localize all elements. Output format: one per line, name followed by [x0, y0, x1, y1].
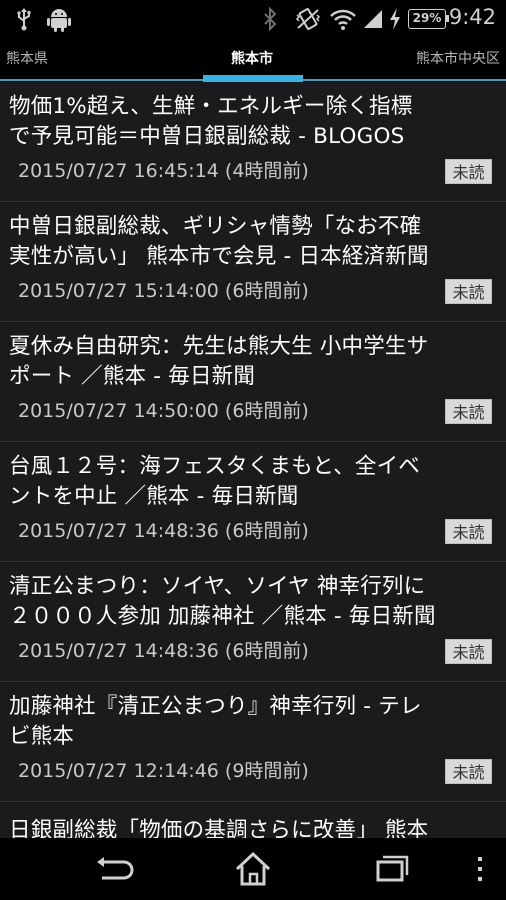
unread-badge: 未読 — [445, 639, 492, 664]
unread-badge: 未読 — [445, 279, 492, 304]
news-date: 2015/07/27 16:45:14 (4時間前) — [18, 160, 309, 182]
news-item[interactable]: 物価1%超え、生鮮・エネルギー除く指標 で予見可能＝中曽日銀副総裁 - BLOG… — [0, 82, 506, 202]
status-bar: 29% 9:42 — [0, 0, 506, 38]
home-button[interactable] — [223, 848, 283, 890]
clock: 9:42 — [448, 5, 496, 29]
unread-badge: 未読 — [445, 399, 492, 424]
news-title: 台風１２号：海フェスタくまもと、全イベ ントを中止 ／熊本 - 毎日新聞 — [9, 454, 421, 509]
news-date: 2015/07/27 12:14:46 (9時間前) — [18, 760, 309, 782]
usb-icon — [16, 6, 32, 32]
news-title: 夏休み自由研究：先生は熊大生 小中学生サ ポート ／熊本 - 毎日新聞 — [9, 334, 429, 389]
news-title: 加藤神社『清正公まつり』神幸行列 - テレ ビ熊本 — [9, 694, 422, 749]
news-date: 2015/07/27 14:48:36 (6時間前) — [18, 520, 309, 542]
news-item[interactable]: 台風１２号：海フェスタくまもと、全イベ ントを中止 ／熊本 - 毎日新聞 201… — [0, 442, 506, 562]
news-item[interactable]: 清正公まつり：ソイヤ、ソイヤ 神幸行列に ２０００人参加 加藤神社 ／熊本 - … — [0, 562, 506, 682]
tab-kumamoto-chuo[interactable]: 熊本市中央区 — [416, 48, 500, 68]
screen: 29% 9:42 熊本県 熊本市 熊本市中央区 物価1%超え、生鮮・エネルギー除… — [0, 0, 506, 900]
back-icon — [97, 857, 134, 880]
recents-button[interactable] — [362, 848, 422, 890]
unread-badge: 未読 — [445, 759, 492, 784]
navigation-bar — [0, 838, 506, 900]
tab-kumamoto-city[interactable]: 熊本市 — [231, 48, 273, 68]
overflow-menu-icon — [478, 857, 482, 881]
news-title: 物価1%超え、生鮮・エネルギー除く指標 で予見可能＝中曽日銀副総裁 - BLOG… — [9, 94, 413, 149]
tab-kumamoto-pref[interactable]: 熊本県 — [6, 48, 48, 68]
battery-indicator: 29% — [408, 9, 449, 29]
tab-indicator — [203, 75, 303, 82]
news-item[interactable]: 夏休み自由研究：先生は熊大生 小中学生サ ポート ／熊本 - 毎日新聞 2015… — [0, 322, 506, 442]
news-item[interactable]: 中曽日銀副総裁、ギリシャ情勢「なお不確 実性が高い」 熊本市で会見 - 日本経済… — [0, 202, 506, 322]
news-title: 清正公まつり：ソイヤ、ソイヤ 神幸行列に ２０００人参加 加藤神社 ／熊本 - … — [9, 574, 436, 629]
bluetooth-icon — [262, 6, 278, 32]
unread-badge: 未読 — [445, 519, 492, 544]
signal-icon — [362, 6, 384, 32]
home-icon — [235, 851, 271, 886]
news-item[interactable]: 加藤神社『清正公まつり』神幸行列 - テレ ビ熊本 2015/07/27 12:… — [0, 682, 506, 802]
tab-strip: 熊本県 熊本市 熊本市中央区 — [0, 38, 506, 82]
news-item[interactable]: 日銀副総裁「物価の基調さらに改善」 熊本 — [0, 802, 506, 842]
android-icon — [46, 6, 72, 32]
back-button[interactable] — [84, 848, 144, 890]
news-date: 2015/07/27 14:48:36 (6時間前) — [18, 640, 309, 662]
news-date: 2015/07/27 14:50:00 (6時間前) — [18, 400, 309, 422]
overflow-menu-button[interactable] — [450, 848, 506, 890]
recents-icon — [376, 855, 409, 882]
unread-badge: 未読 — [445, 159, 492, 184]
news-list[interactable]: 物価1%超え、生鮮・エネルギー除く指標 で予見可能＝中曽日銀副総裁 - BLOG… — [0, 82, 506, 842]
news-date: 2015/07/27 15:14:00 (6時間前) — [18, 280, 309, 302]
news-title: 中曽日銀副総裁、ギリシャ情勢「なお不確 実性が高い」 熊本市で会見 - 日本経済… — [9, 214, 429, 269]
charging-icon — [388, 6, 402, 32]
wifi-icon — [330, 6, 356, 32]
vibrate-icon — [294, 6, 322, 32]
